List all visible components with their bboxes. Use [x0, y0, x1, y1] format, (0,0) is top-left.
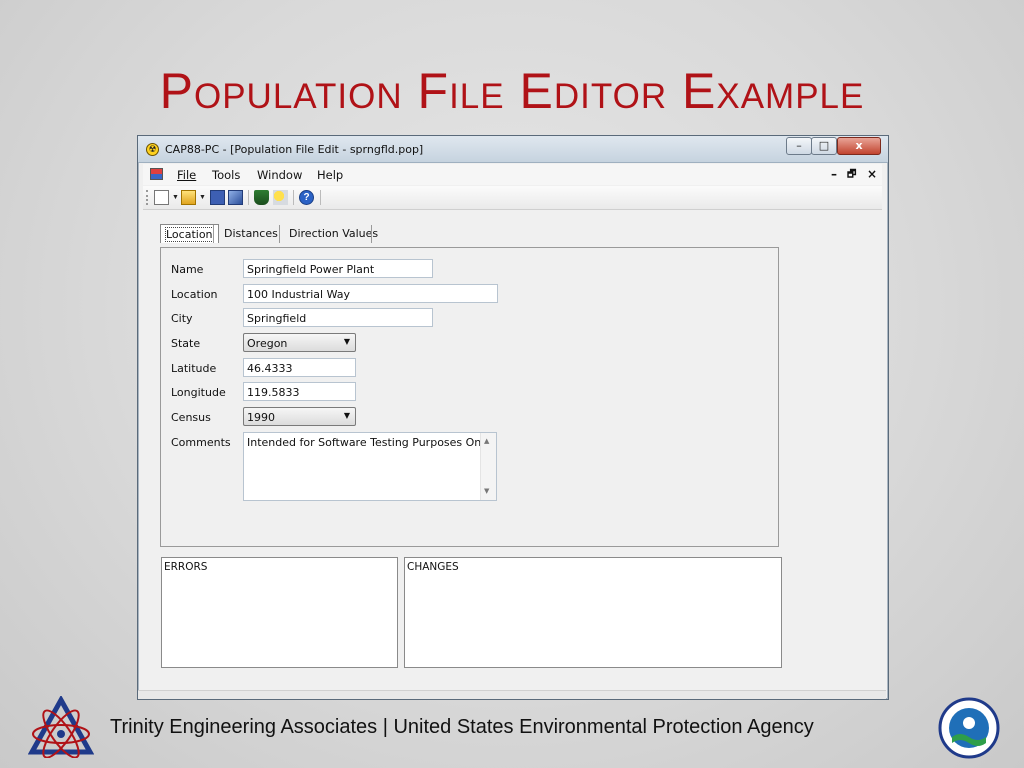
- toolbar-separator: [248, 190, 249, 205]
- document-icon[interactable]: [150, 168, 163, 180]
- changes-panel[interactable]: CHANGES: [404, 557, 782, 668]
- new-file-icon[interactable]: [154, 190, 169, 205]
- census-label: Census: [171, 411, 211, 424]
- longitude-label: Longitude: [171, 386, 226, 399]
- location-label: Location: [171, 288, 218, 301]
- menu-tools[interactable]: Tools: [212, 168, 240, 182]
- comments-textarea[interactable]: Intended for Software Testing Purposes O…: [243, 432, 497, 501]
- radiation-app-icon: ☢: [146, 143, 159, 156]
- menu-file-label: File: [177, 168, 197, 182]
- chevron-down-icon: ▼: [343, 337, 350, 346]
- open-dropdown-icon[interactable]: ▼: [199, 194, 206, 201]
- tab-direction-values[interactable]: Direction Values: [284, 224, 383, 243]
- toolbar: ▼ ▼ ?: [143, 186, 882, 210]
- binoculars-icon[interactable]: [254, 190, 269, 205]
- mdi-minimize-button[interactable]: –: [831, 167, 837, 181]
- new-dropdown-icon[interactable]: ▼: [172, 194, 179, 201]
- maximize-button[interactable]: □: [811, 137, 837, 155]
- census-select[interactable]: 1990 ▼: [243, 407, 356, 426]
- comments-scrollbar[interactable]: ▲ ▼: [480, 433, 496, 500]
- errors-panel[interactable]: ERRORS: [161, 557, 398, 668]
- weather-icon[interactable]: [273, 190, 288, 205]
- mdi-close-button[interactable]: ×: [867, 167, 877, 181]
- latitude-label: Latitude: [171, 362, 217, 375]
- menu-help[interactable]: Help: [317, 168, 343, 182]
- epa-seal-icon: [938, 697, 1000, 759]
- menu-bar: File Tools Window Help – 🗗 ×: [143, 164, 882, 185]
- state-select[interactable]: Oregon ▼: [243, 333, 356, 352]
- longitude-field[interactable]: 119.5833: [243, 382, 356, 401]
- trinity-logo: [28, 696, 94, 758]
- window-titlebar[interactable]: ☢ CAP88-PC - [Population File Edit - spr…: [138, 136, 888, 163]
- mdi-restore-button[interactable]: 🗗: [847, 167, 856, 184]
- tab-divider: [213, 225, 214, 243]
- scroll-up-icon[interactable]: ▲: [484, 437, 489, 445]
- location-field[interactable]: 100 Industrial Way: [243, 284, 498, 303]
- latitude-field[interactable]: 46.4333: [243, 358, 356, 377]
- menu-file[interactable]: File: [177, 168, 196, 182]
- census-select-value: 1990: [247, 411, 275, 424]
- comments-label: Comments: [171, 436, 231, 449]
- menu-window[interactable]: Window: [257, 168, 302, 182]
- state-select-value: Oregon: [247, 337, 288, 350]
- state-label: State: [171, 337, 201, 350]
- footer-credits: Trinity Engineering Associates | United …: [110, 716, 814, 738]
- close-button[interactable]: x: [837, 137, 881, 155]
- app-window: ☢ CAP88-PC - [Population File Edit - spr…: [137, 135, 889, 700]
- tab-divider: [279, 225, 280, 243]
- location-form-panel: Name Springfield Power Plant Location 10…: [160, 247, 779, 547]
- help-icon[interactable]: ?: [299, 190, 314, 205]
- minimize-button[interactable]: –: [786, 137, 812, 155]
- comments-text: Intended for Software Testing Purposes O…: [247, 436, 491, 449]
- save-icon[interactable]: [210, 190, 225, 205]
- slide-title: Population File Editor Example: [159, 63, 865, 119]
- toolbar-separator: [320, 190, 321, 205]
- window-title: CAP88-PC - [Population File Edit - sprng…: [165, 143, 424, 156]
- save-as-icon[interactable]: [228, 190, 243, 205]
- tab-divider: [371, 225, 372, 243]
- name-label: Name: [171, 263, 204, 276]
- name-field[interactable]: Springfield Power Plant: [243, 259, 433, 278]
- open-folder-icon[interactable]: [181, 190, 196, 205]
- tab-location-label: Location: [165, 227, 214, 242]
- scroll-down-icon[interactable]: ▼: [484, 487, 489, 495]
- city-label: City: [171, 312, 193, 325]
- status-bar: [138, 690, 886, 699]
- toolbar-grip[interactable]: [146, 190, 150, 205]
- chevron-down-icon: ▼: [343, 411, 350, 420]
- tab-distances[interactable]: Distances: [219, 224, 283, 243]
- tab-location[interactable]: Location: [160, 224, 219, 243]
- city-field[interactable]: Springfield: [243, 308, 433, 327]
- toolbar-separator: [293, 190, 294, 205]
